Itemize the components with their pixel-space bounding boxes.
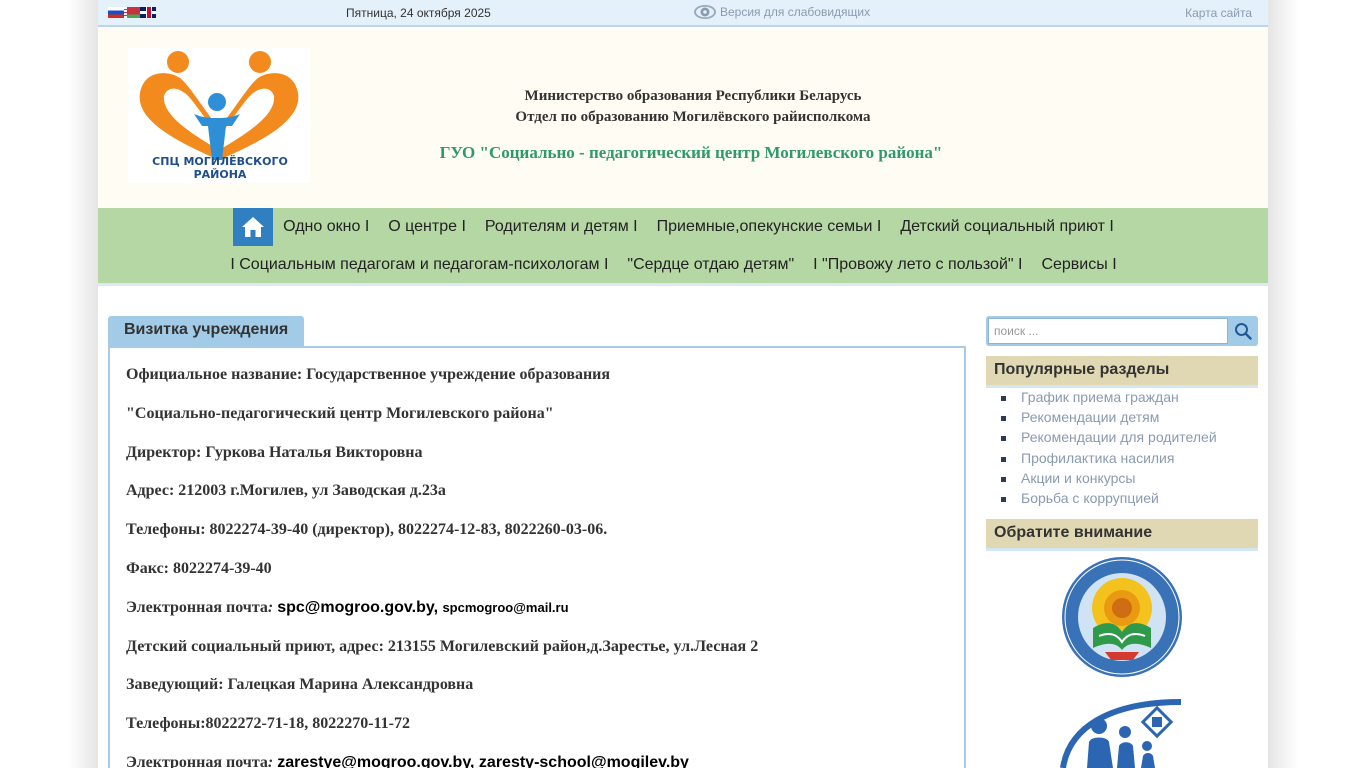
shelter-email-separator: ,: [470, 753, 479, 768]
organization-title: ГУО "Социально - педагогический центр Мо…: [439, 143, 943, 162]
phones-line: Телефоны: 8022274-39-40 (директор), 8022…: [126, 521, 608, 539]
shelter-email-colon: :: [267, 753, 278, 768]
eye-icon: [694, 5, 716, 19]
attention-heading: Обратите внимание: [986, 519, 1258, 551]
shelter-email-link-2[interactable]: zaresty-school@mogilev.by: [479, 754, 689, 768]
ministry-line-1: Министерство образования Республики Бела…: [524, 88, 862, 104]
email-link-1[interactable]: spc@mogroo.gov.by: [277, 599, 433, 616]
director-line: Директор: Гуркова Наталья Викторовна: [126, 443, 423, 461]
search-input[interactable]: [988, 318, 1228, 344]
nav-row-1: Одно окно I О центре I Родителям и детям…: [98, 208, 1268, 246]
language-switcher: [108, 7, 156, 18]
site-header: СПЦ МОГИЛЁВСКОГО РАЙОНА Министерство обр…: [98, 29, 1268, 208]
shelter-phones-line: Телефоны:8022272-71-18, 8022270-11-72: [126, 715, 410, 733]
current-date: Пятница, 24 октября 2025: [346, 6, 491, 20]
shelter-head-line: Заведующий: Галецкая Марина Александровн…: [126, 676, 474, 694]
address-line: Адрес: 212003 г.Могилев, ул Заводская д.…: [126, 482, 446, 500]
shelter-address-line: Детский социальный приют, адрес: 213155 …: [126, 637, 759, 655]
main-navigation: Одно окно I О центре I Родителям и детям…: [98, 208, 1268, 286]
nav-item-summer[interactable]: I "Провожу лето с пользой" I: [813, 256, 1032, 274]
popular-item-reception-schedule[interactable]: График приема граждан: [1001, 389, 1217, 409]
search-box: [986, 316, 1258, 346]
top-bar: Пятница, 24 октября 2025 Версия для слаб…: [98, 0, 1268, 27]
email-link-2[interactable]: spcmogroo@mail.ru: [442, 600, 568, 615]
page-container: Пятница, 24 октября 2025 Версия для слаб…: [98, 0, 1268, 768]
nav-item-services[interactable]: Сервисы I: [1041, 256, 1126, 274]
family-support-logo-icon[interactable]: [1059, 698, 1185, 768]
email-label: Электронная почта: [126, 598, 268, 616]
official-name-continued: "Социально-педагогический центр Могилевс…: [126, 404, 554, 422]
shelter-email-label: Электронная почта: [126, 753, 268, 768]
home-icon: [242, 217, 265, 237]
shelter-email-link-1[interactable]: zarestye@mogroo.gov.by: [277, 754, 470, 768]
search-button[interactable]: [1230, 318, 1256, 344]
site-logo[interactable]: СПЦ МОГИЛЁВСКОГО РАЙОНА: [128, 48, 310, 183]
email-colon: :: [267, 598, 278, 616]
en-flag-icon[interactable]: [140, 7, 156, 18]
nav-item-about[interactable]: О центре I: [388, 218, 476, 236]
ministry-heading: Министерство образования Республики Бела…: [298, 86, 1088, 128]
ru-flag-icon[interactable]: [108, 7, 124, 18]
institution-card-tab: Визитка учреждения: [108, 316, 305, 347]
popular-item-child-recommendations[interactable]: Рекомендации детям: [1001, 409, 1217, 429]
popular-item-violence-prevention[interactable]: Профилактика насилия: [1001, 450, 1217, 470]
heart-family-logo-icon: [139, 51, 299, 160]
by-flag-icon[interactable]: [124, 7, 140, 18]
nav-item-childrens-shelter[interactable]: Детский социальный приют I: [900, 218, 1124, 236]
popular-item-contests[interactable]: Акции и конкурсы: [1001, 470, 1217, 490]
popular-item-parent-recommendations[interactable]: Рекомендации для родителей: [1001, 429, 1217, 449]
logo-caption: СПЦ МОГИЛЁВСКОГО РАЙОНА: [152, 155, 288, 181]
nav-item-parents-children[interactable]: Родителям и детям I: [485, 218, 648, 236]
home-button[interactable]: [233, 208, 274, 246]
page-shadow-right: [1268, 0, 1366, 768]
official-name-line: Официальное название: Государственное уч…: [126, 366, 611, 383]
ministry-emblem-icon[interactable]: [1061, 556, 1183, 678]
nav-item-social-pedagogues[interactable]: I Социальным педагогам и педагогам-психо…: [230, 256, 618, 274]
vision-link-label: Версия для слабовидящих: [720, 5, 871, 19]
popular-sections-list: График приема граждан Рекомендации детям…: [1001, 389, 1217, 510]
nav-item-heart-to-children[interactable]: "Сердце отдаю детям": [627, 256, 804, 274]
nav-item-one-window[interactable]: Одно окно I: [283, 218, 379, 236]
email-line: Электронная почта: spc@mogroo.gov.by, sp…: [126, 599, 948, 638]
nav-row-2: I Социальным педагогам и педагогам-психо…: [98, 246, 1268, 284]
nav-item-foster-families[interactable]: Приемные,опекунские семьи I: [657, 218, 892, 236]
search-icon: [1235, 323, 1252, 340]
shelter-email-line: Электронная почта: zarestye@mogroo.gov.b…: [126, 754, 948, 768]
popular-item-anti-corruption[interactable]: Борьба с коррупцией: [1001, 490, 1217, 510]
vision-impaired-link[interactable]: Версия для слабовидящих: [693, 3, 870, 21]
sitemap-link[interactable]: Карта сайта: [1185, 6, 1252, 20]
institution-card: Официальное название: Государственное уч…: [108, 346, 966, 768]
ministry-line-2: Отдел по образованию Могилёвского райисп…: [515, 109, 871, 125]
page-shadow-left: [0, 0, 98, 768]
popular-sections-heading: Популярные разделы: [986, 356, 1258, 388]
fax-line: Факс: 8022274-39-40: [126, 559, 272, 577]
